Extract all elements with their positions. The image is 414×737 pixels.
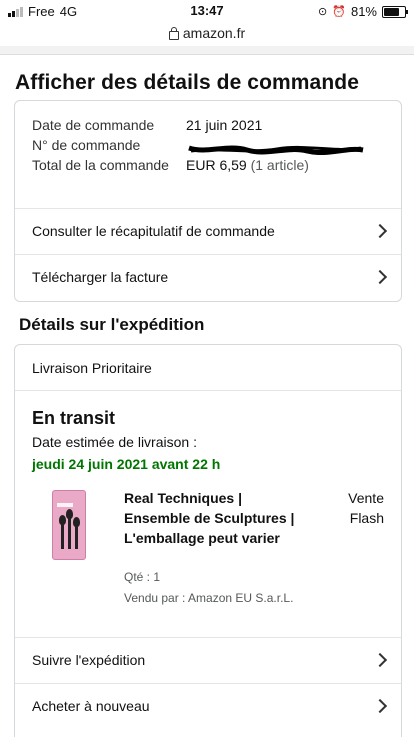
order-item-count: (1 article) bbox=[250, 157, 309, 173]
battery-percent: 81% bbox=[350, 4, 377, 19]
order-date-label: Date de commande bbox=[32, 117, 155, 133]
buy-again-label: Acheter à nouveau bbox=[32, 698, 150, 714]
shipment-card: Livraison Prioritaire En transit Date es… bbox=[14, 344, 402, 737]
chevron-right-icon bbox=[372, 698, 388, 714]
address-bar[interactable]: amazon.fr bbox=[0, 22, 414, 44]
shipment-section-title: Détails sur l'expédition bbox=[19, 315, 205, 334]
status-bar: Free 4G 13:47 ⊙ ⏰ 81% bbox=[0, 0, 414, 22]
product-title-link[interactable]: Real Techniques | Ensemble de Sculptures… bbox=[124, 488, 299, 548]
download-invoice-label: Télécharger la facture bbox=[32, 269, 169, 285]
page-title: Afficher des détails de commande bbox=[15, 71, 359, 94]
shipping-method: Livraison Prioritaire bbox=[15, 345, 401, 390]
track-shipment-link[interactable]: Suivre l'expédition bbox=[15, 637, 401, 682]
estimated-delivery-label: Date estimée de livraison : bbox=[32, 434, 197, 450]
product-image[interactable] bbox=[52, 490, 86, 560]
lock-icon bbox=[168, 26, 179, 40]
order-total: EUR 6,59 (1 article) bbox=[186, 155, 309, 175]
deal-badge: Vente Flash bbox=[348, 490, 384, 526]
shipment-status: En transit bbox=[32, 408, 116, 428]
product-quantity: Qté : 1 bbox=[124, 570, 161, 584]
view-order-summary-label: Consulter le récapitulatif de commande bbox=[32, 223, 275, 239]
order-number-redacted bbox=[188, 145, 364, 155]
status-icons: ⊙ ⏰ 81% bbox=[318, 4, 408, 19]
chevron-right-icon bbox=[372, 269, 388, 285]
order-summary-card: Date de commande 21 juin 2021 N° de comm… bbox=[14, 100, 402, 302]
browser-divider bbox=[0, 46, 414, 55]
track-shipment-label: Suivre l'expédition bbox=[32, 652, 146, 668]
battery-icon bbox=[382, 5, 408, 18]
divider bbox=[15, 390, 401, 391]
product-seller: Vendu par : Amazon EU S.a.r.L. bbox=[124, 591, 294, 605]
estimated-delivery-date: jeudi 24 juin 2021 avant 22 h bbox=[32, 456, 221, 472]
orientation-lock-icon: ⊙ bbox=[318, 6, 328, 18]
chevron-right-icon bbox=[372, 223, 388, 239]
url-text: amazon.fr bbox=[182, 25, 246, 41]
buy-again-link[interactable]: Acheter à nouveau bbox=[15, 683, 401, 728]
chevron-right-icon bbox=[372, 652, 388, 668]
order-number-label: N° de commande bbox=[32, 137, 141, 153]
order-date-value: 21 juin 2021 bbox=[186, 117, 263, 133]
alarm-icon: ⏰ bbox=[332, 6, 346, 18]
view-order-summary-link[interactable]: Consulter le récapitulatif de commande bbox=[15, 208, 401, 253]
download-invoice-link[interactable]: Télécharger la facture bbox=[15, 254, 401, 299]
shipping-method-label: Livraison Prioritaire bbox=[32, 359, 152, 376]
order-total-label: Total de la commande bbox=[32, 157, 169, 173]
order-total-value: EUR 6,59 bbox=[186, 157, 247, 173]
